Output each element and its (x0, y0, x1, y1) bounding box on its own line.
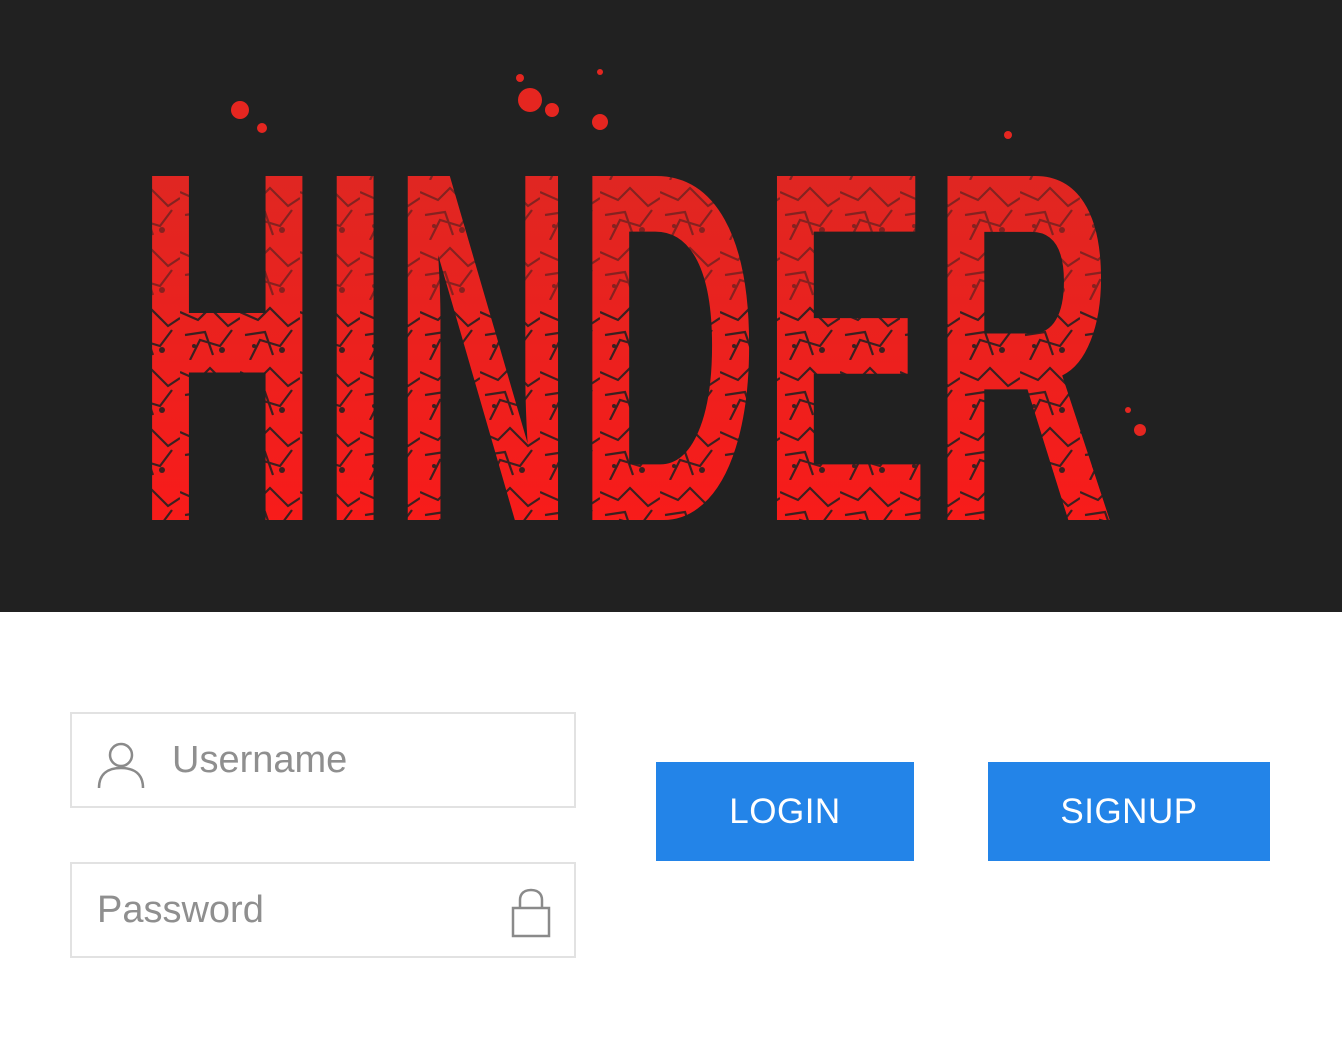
login-button[interactable]: LOGIN (656, 762, 914, 861)
signup-button[interactable]: SIGNUP (988, 762, 1270, 861)
password-field[interactable] (70, 862, 576, 958)
username-input[interactable] (172, 714, 554, 806)
password-input[interactable] (97, 864, 484, 956)
username-field[interactable] (70, 712, 576, 808)
logo: HINDER (135, 67, 1146, 612)
logo-text: HINDER (135, 67, 1115, 612)
user-icon (97, 742, 145, 789)
lock-icon (511, 888, 551, 938)
header-banner: HINDER (0, 0, 1342, 612)
